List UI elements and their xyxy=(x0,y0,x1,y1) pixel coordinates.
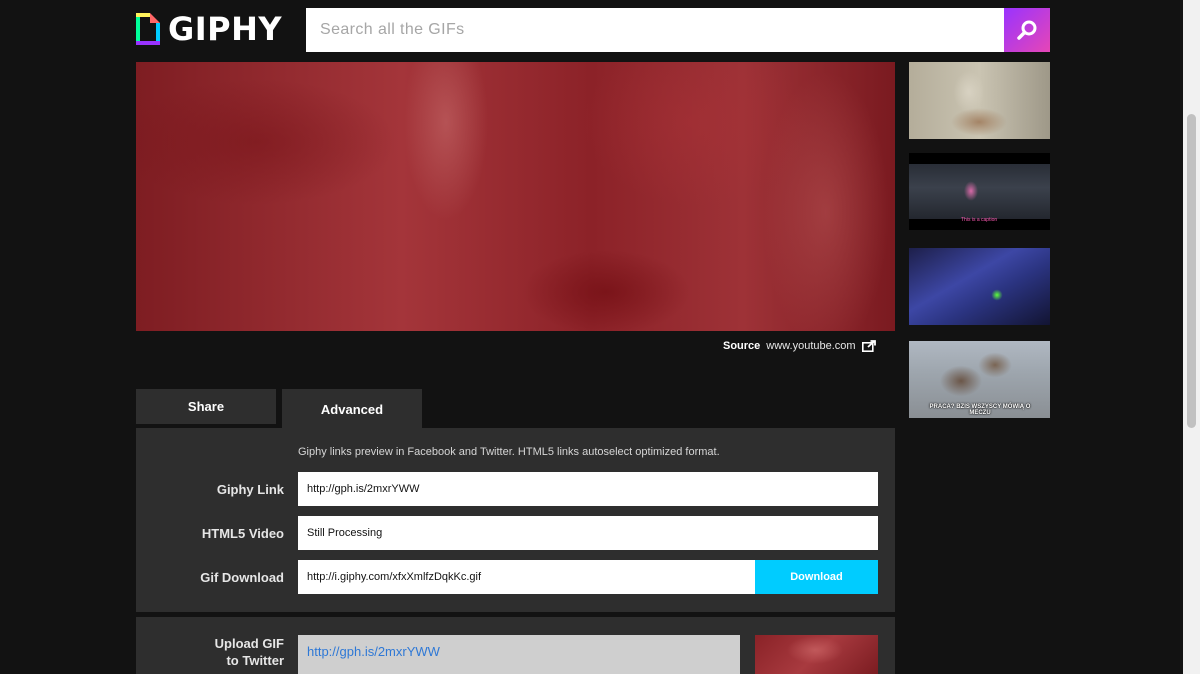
giphy-logo-icon xyxy=(136,13,160,45)
upload-twitter-label: Upload GIF to Twitter xyxy=(196,635,284,669)
giphy-link-label: Giphy Link xyxy=(216,482,284,497)
related-gif-thumbnail[interactable] xyxy=(909,248,1050,325)
logo-text: GIPHY xyxy=(168,10,283,48)
search-button[interactable] xyxy=(1004,8,1050,52)
page-scrollbar[interactable] xyxy=(1183,0,1200,674)
tab-share[interactable]: Share xyxy=(136,389,276,424)
giphy-page: GIPHY Source www.youtube.com Share Advan… xyxy=(0,0,1200,674)
upload-twitter-panel: Upload GIF to Twitter http://gph.is/2mxr… xyxy=(136,617,895,674)
thumbnail-caption: This is a caption xyxy=(961,217,998,223)
source-link[interactable]: www.youtube.com xyxy=(766,340,855,352)
search-bar xyxy=(306,8,1050,52)
thumbnail-caption: PRACA? BZIS WSZYSCY MÓWIĄ O MECZU xyxy=(929,404,1031,416)
html5-video-label: HTML5 Video xyxy=(201,526,284,541)
advanced-panel: Giphy links preview in Facebook and Twit… xyxy=(136,428,895,612)
upload-preview-thumbnail xyxy=(755,635,878,674)
gif-download-field[interactable]: http://i.giphy.com/xfxXmlfzDqkKc.gif xyxy=(298,560,755,594)
related-gif-thumbnail[interactable]: PRACA? BZIS WSZYSCY MÓWIĄ O MECZU xyxy=(909,341,1050,418)
upload-twitter-field[interactable]: http://gph.is/2mxrYWW xyxy=(298,635,740,674)
giphy-link-field[interactable]: http://gph.is/2mxrYWW xyxy=(298,472,878,506)
search-input[interactable] xyxy=(306,8,1004,52)
download-button[interactable]: Download xyxy=(755,560,878,594)
related-gif-thumbnail[interactable]: This is a caption xyxy=(909,153,1050,230)
gif-download-label: Gif Download xyxy=(200,570,284,585)
html5-video-field[interactable]: Still Processing xyxy=(298,516,878,550)
panel-note: Giphy links preview in Facebook and Twit… xyxy=(298,446,720,458)
upload-label-line1: Upload GIF xyxy=(214,636,284,651)
external-link-icon[interactable] xyxy=(861,340,876,352)
source-label: Source xyxy=(723,340,761,352)
source-info: Source www.youtube.com xyxy=(723,340,876,352)
related-gif-thumbnail[interactable] xyxy=(909,62,1050,139)
scrollbar-thumb[interactable] xyxy=(1187,114,1196,428)
search-icon xyxy=(1017,20,1037,40)
upload-label-line2: to Twitter xyxy=(226,653,284,668)
giphy-logo[interactable]: GIPHY xyxy=(136,13,282,45)
main-gif[interactable] xyxy=(136,62,895,331)
tab-advanced[interactable]: Advanced xyxy=(282,389,422,429)
